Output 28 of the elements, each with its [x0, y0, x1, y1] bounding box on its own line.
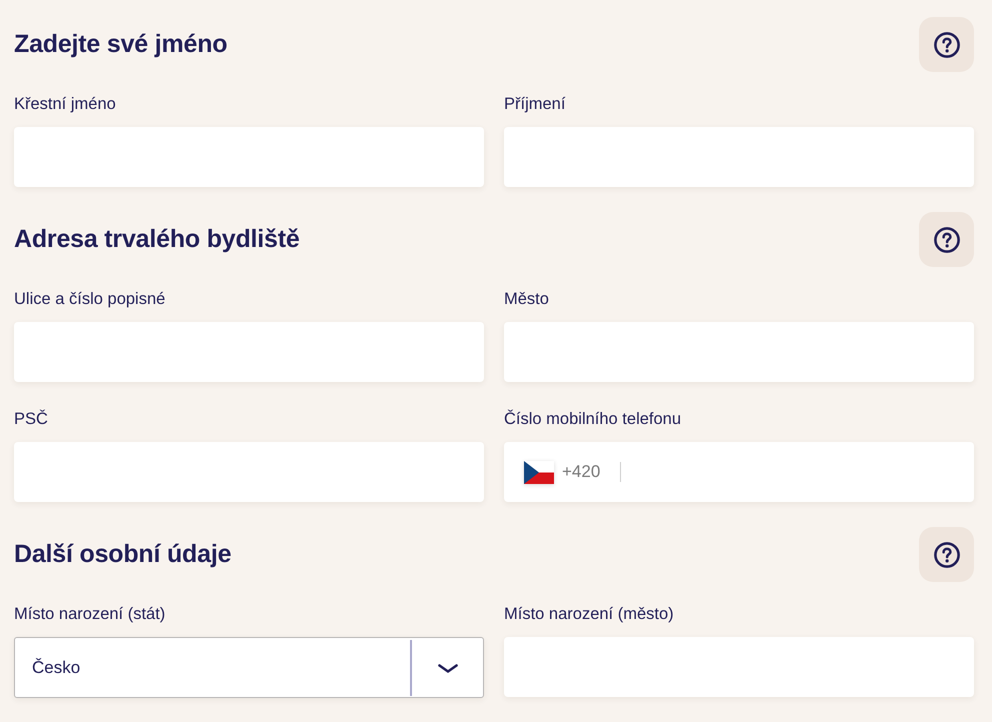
field-label: Křestní jméno: [14, 94, 117, 115]
text-input[interactable]: [14, 442, 484, 502]
field-label: Příjmení: [504, 94, 566, 115]
dialing-code: +420: [562, 462, 600, 482]
field-label: Místo narození (stát): [14, 604, 166, 625]
help-icon: [934, 32, 960, 58]
field-label: Město: [504, 289, 550, 310]
text-input[interactable]: [504, 637, 974, 697]
phone-input[interactable]: +420: [504, 442, 974, 502]
help-button[interactable]: [919, 212, 974, 267]
section-heading: Zadejte své jméno: [14, 30, 228, 59]
help-icon: [934, 542, 960, 568]
help-button[interactable]: [919, 527, 974, 582]
text-input[interactable]: [14, 127, 484, 187]
section-heading: Další osobní údaje: [14, 540, 232, 569]
flag-icon: [524, 460, 554, 484]
field-label: Číslo mobilního telefonu: [504, 408, 682, 430]
text-input[interactable]: [504, 322, 974, 382]
chevron-down-icon: [438, 664, 458, 672]
help-icon: [934, 226, 960, 252]
field-label: Místo narození (město): [504, 604, 675, 625]
country-select[interactable]: Česko: [14, 637, 484, 698]
section-heading: Adresa trvalého bydliště: [14, 225, 300, 254]
field-label: PSČ: [14, 408, 49, 430]
field-label: Ulice a číslo popisné: [14, 289, 166, 310]
help-button[interactable]: [919, 17, 974, 72]
text-input[interactable]: [14, 322, 484, 382]
text-input[interactable]: [504, 127, 974, 187]
